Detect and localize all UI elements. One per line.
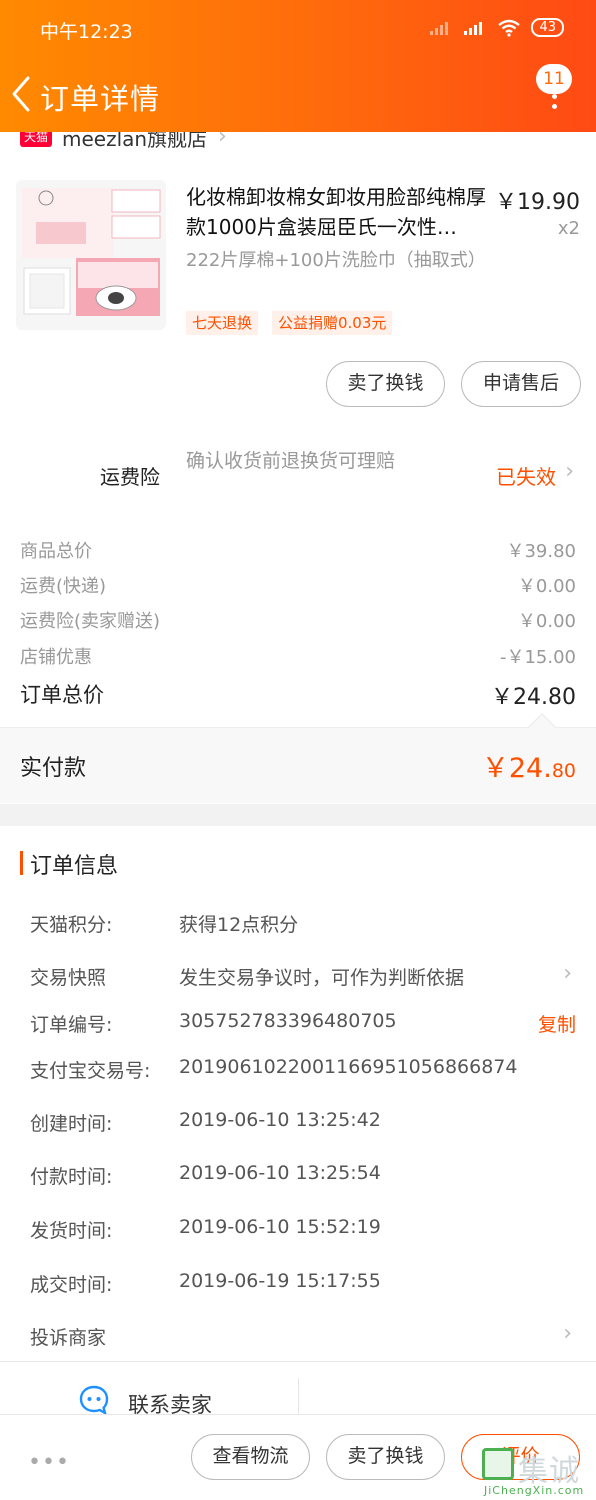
order-total-row: 订单总价 ￥24.80 bbox=[20, 679, 576, 710]
fee-row-shipping: 运费(快递) ￥0.00 bbox=[20, 572, 576, 602]
page-title: 订单详情 bbox=[40, 82, 161, 116]
info-value-alipay-no: 2019061022001166951056866874 bbox=[179, 1056, 518, 1078]
order-info-title: 订单信息 bbox=[30, 854, 119, 879]
product-price: ￥19.90 bbox=[495, 190, 580, 215]
product-title[interactable]: 化妆棉卸妆棉女卸妆用脸部纯棉厚款1000片盒装屈臣氏一次性… bbox=[186, 182, 491, 242]
fee-value: ￥0.00 bbox=[517, 611, 576, 632]
info-label-shipped: 发货时间: bbox=[30, 1220, 113, 1242]
info-value-snapshot[interactable]: 发生交易争议时，可作为判断依据 bbox=[179, 963, 464, 990]
back-button[interactable] bbox=[8, 74, 42, 114]
order-total-label: 订单总价 bbox=[20, 683, 104, 707]
fee-row-discount: 店铺优惠 -￥15.00 bbox=[20, 643, 576, 673]
nav-bar: 订单详情 11 bbox=[0, 60, 596, 130]
info-value-order-no: 305752783396480705 bbox=[179, 1010, 397, 1032]
fee-label: 店铺优惠 bbox=[20, 647, 92, 668]
chevron-right-icon[interactable]: › bbox=[563, 961, 572, 986]
app-header: 中午12:23 43 订单详情 11 bbox=[0, 0, 596, 132]
product-image[interactable] bbox=[16, 180, 166, 330]
signal-icon bbox=[430, 21, 449, 35]
fee-label: 运费险(卖家赠送) bbox=[20, 611, 161, 632]
fee-value: ￥0.00 bbox=[517, 576, 576, 597]
info-label-created: 创建时间: bbox=[30, 1113, 113, 1135]
watermark-url: JiChengXin.com bbox=[484, 1484, 585, 1497]
info-label-alipay-no: 支付宝交易号: bbox=[30, 1060, 151, 1082]
section-separator bbox=[0, 804, 596, 826]
shipping-insurance-desc: 确认收货前退换货可理赔 bbox=[186, 450, 396, 472]
info-label-order-no: 订单编号: bbox=[30, 1014, 113, 1036]
fee-label: 运费(快递) bbox=[20, 576, 107, 597]
watermark-logo-icon bbox=[482, 1448, 514, 1480]
more-icon bbox=[552, 84, 558, 114]
chat-icon bbox=[79, 1385, 109, 1416]
fee-row-goods: 商品总价 ￥39.80 bbox=[20, 537, 576, 567]
divider bbox=[298, 1378, 299, 1418]
info-value-points: 获得12点积分 bbox=[179, 914, 299, 936]
chevron-right-icon[interactable]: › bbox=[565, 459, 574, 484]
info-value-created: 2019-06-10 13:25:42 bbox=[179, 1109, 381, 1131]
service-tag-return: 七天退换 bbox=[186, 311, 259, 335]
fee-value: -￥15.00 bbox=[499, 647, 576, 668]
product-quantity: x2 bbox=[557, 218, 580, 239]
paid-amount-label: 实付款 bbox=[20, 756, 87, 781]
service-tag-charity: 公益捐赠0.03元 bbox=[272, 311, 393, 335]
signal-icon bbox=[464, 21, 483, 35]
shop-name: meezlan旗舰店 bbox=[62, 132, 208, 151]
info-label-paid: 付款时间: bbox=[30, 1166, 113, 1188]
sell-exchange-button[interactable]: 卖了换钱 bbox=[326, 1434, 445, 1480]
info-value-shipped: 2019-06-10 15:52:19 bbox=[179, 1216, 381, 1238]
fee-label: 商品总价 bbox=[20, 541, 92, 562]
battery-indicator: 43 bbox=[531, 18, 564, 37]
shipping-insurance-label: 运费险 bbox=[100, 465, 160, 489]
wifi-icon bbox=[498, 19, 521, 37]
copy-order-no-button[interactable]: 复制 bbox=[538, 1010, 576, 1037]
more-menu-button[interactable]: 11 bbox=[534, 64, 578, 122]
fee-value: ￥39.80 bbox=[506, 541, 576, 562]
complaint-merchant-link[interactable]: 投诉商家 bbox=[30, 1323, 106, 1350]
chevron-left-icon bbox=[12, 76, 30, 112]
shop-row[interactable]: 天猫 meezlan旗舰店 › bbox=[0, 132, 596, 162]
tmall-badge: 天猫 bbox=[20, 132, 53, 147]
info-label-points: 天猫积分: bbox=[30, 914, 113, 936]
shipping-insurance-status[interactable]: 已失效 bbox=[496, 461, 556, 490]
status-time: 中午12:23 bbox=[40, 21, 133, 43]
info-label-completed: 成交时间: bbox=[30, 1274, 113, 1296]
section-accent-bar bbox=[20, 851, 23, 875]
info-value-completed: 2019-06-19 15:17:55 bbox=[179, 1270, 381, 1292]
fee-row-insurance: 运费险(卖家赠送) ￥0.00 bbox=[20, 607, 576, 637]
chevron-right-icon: › bbox=[218, 132, 227, 149]
info-label-snapshot[interactable]: 交易快照 bbox=[30, 963, 106, 990]
view-logistics-button[interactable]: 查看物流 bbox=[191, 1434, 310, 1480]
status-bar: 中午12:23 43 bbox=[0, 0, 596, 58]
chevron-right-icon[interactable]: › bbox=[563, 1321, 572, 1346]
info-value-paid: 2019-06-10 13:25:54 bbox=[179, 1162, 381, 1184]
product-spec: 222片厚棉+100片洗脸巾（抽取式） bbox=[186, 250, 486, 271]
paid-amount-value: ￥24.80 bbox=[481, 753, 576, 784]
after-sale-button[interactable]: 申请售后 bbox=[461, 361, 581, 407]
order-total-value: ￥24.80 bbox=[491, 685, 576, 710]
more-actions-button[interactable]: ••• bbox=[28, 1450, 70, 1475]
status-icons: 43 bbox=[429, 18, 564, 37]
watermark: 集诚信 JiChengXin.com bbox=[482, 1448, 596, 1500]
sell-exchange-button[interactable]: 卖了换钱 bbox=[326, 361, 445, 407]
